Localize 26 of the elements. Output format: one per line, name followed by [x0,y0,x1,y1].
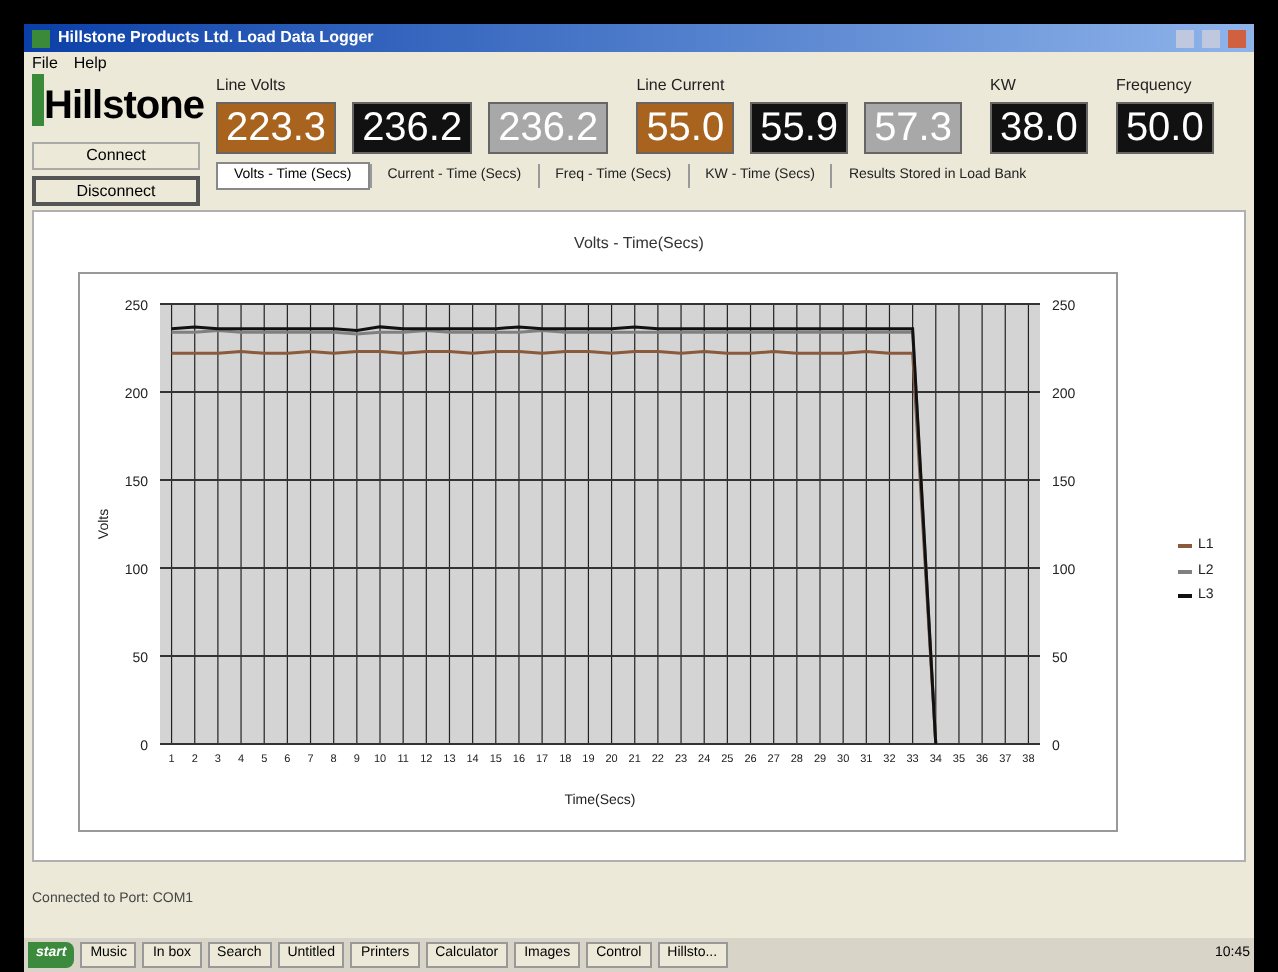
meter-reading: 55.0 [636,102,735,154]
button[interactable]: Connect [32,142,200,170]
maximize-button[interactable] [1202,29,1220,47]
meter-reading: 223.3 [216,102,337,154]
app-icon [32,29,50,47]
meter-reading: 236.2 [352,102,473,154]
meter-reading: 236.2 [488,102,609,154]
meter-reading: 57.3 [864,102,962,154]
menu-item[interactable]: File [32,51,58,75]
minimize-button[interactable] [1176,29,1194,47]
menu-item[interactable]: Help [73,51,107,75]
button[interactable]: Disconnect [32,176,200,206]
chart-title: Volts - Time(Secs) [574,232,704,256]
meter-label: Line Volts [216,74,288,98]
meter-reading: 50.0 [1115,102,1214,154]
legend-swatch [1178,569,1192,574]
meter-reading: 55.9 [750,102,849,154]
meter-reading: 38.0 [990,102,1088,154]
meter-label: KW [990,74,1018,98]
legend-swatch [1178,544,1192,549]
window-title: Hillstone Products Ltd. Load Data Logger [58,26,374,50]
logo: Hillstone [32,74,200,126]
meter-label: Line Current [636,74,727,98]
legend-swatch [1178,594,1192,599]
meter-label: Frequency [1115,74,1194,98]
close-button[interactable] [1228,29,1246,47]
